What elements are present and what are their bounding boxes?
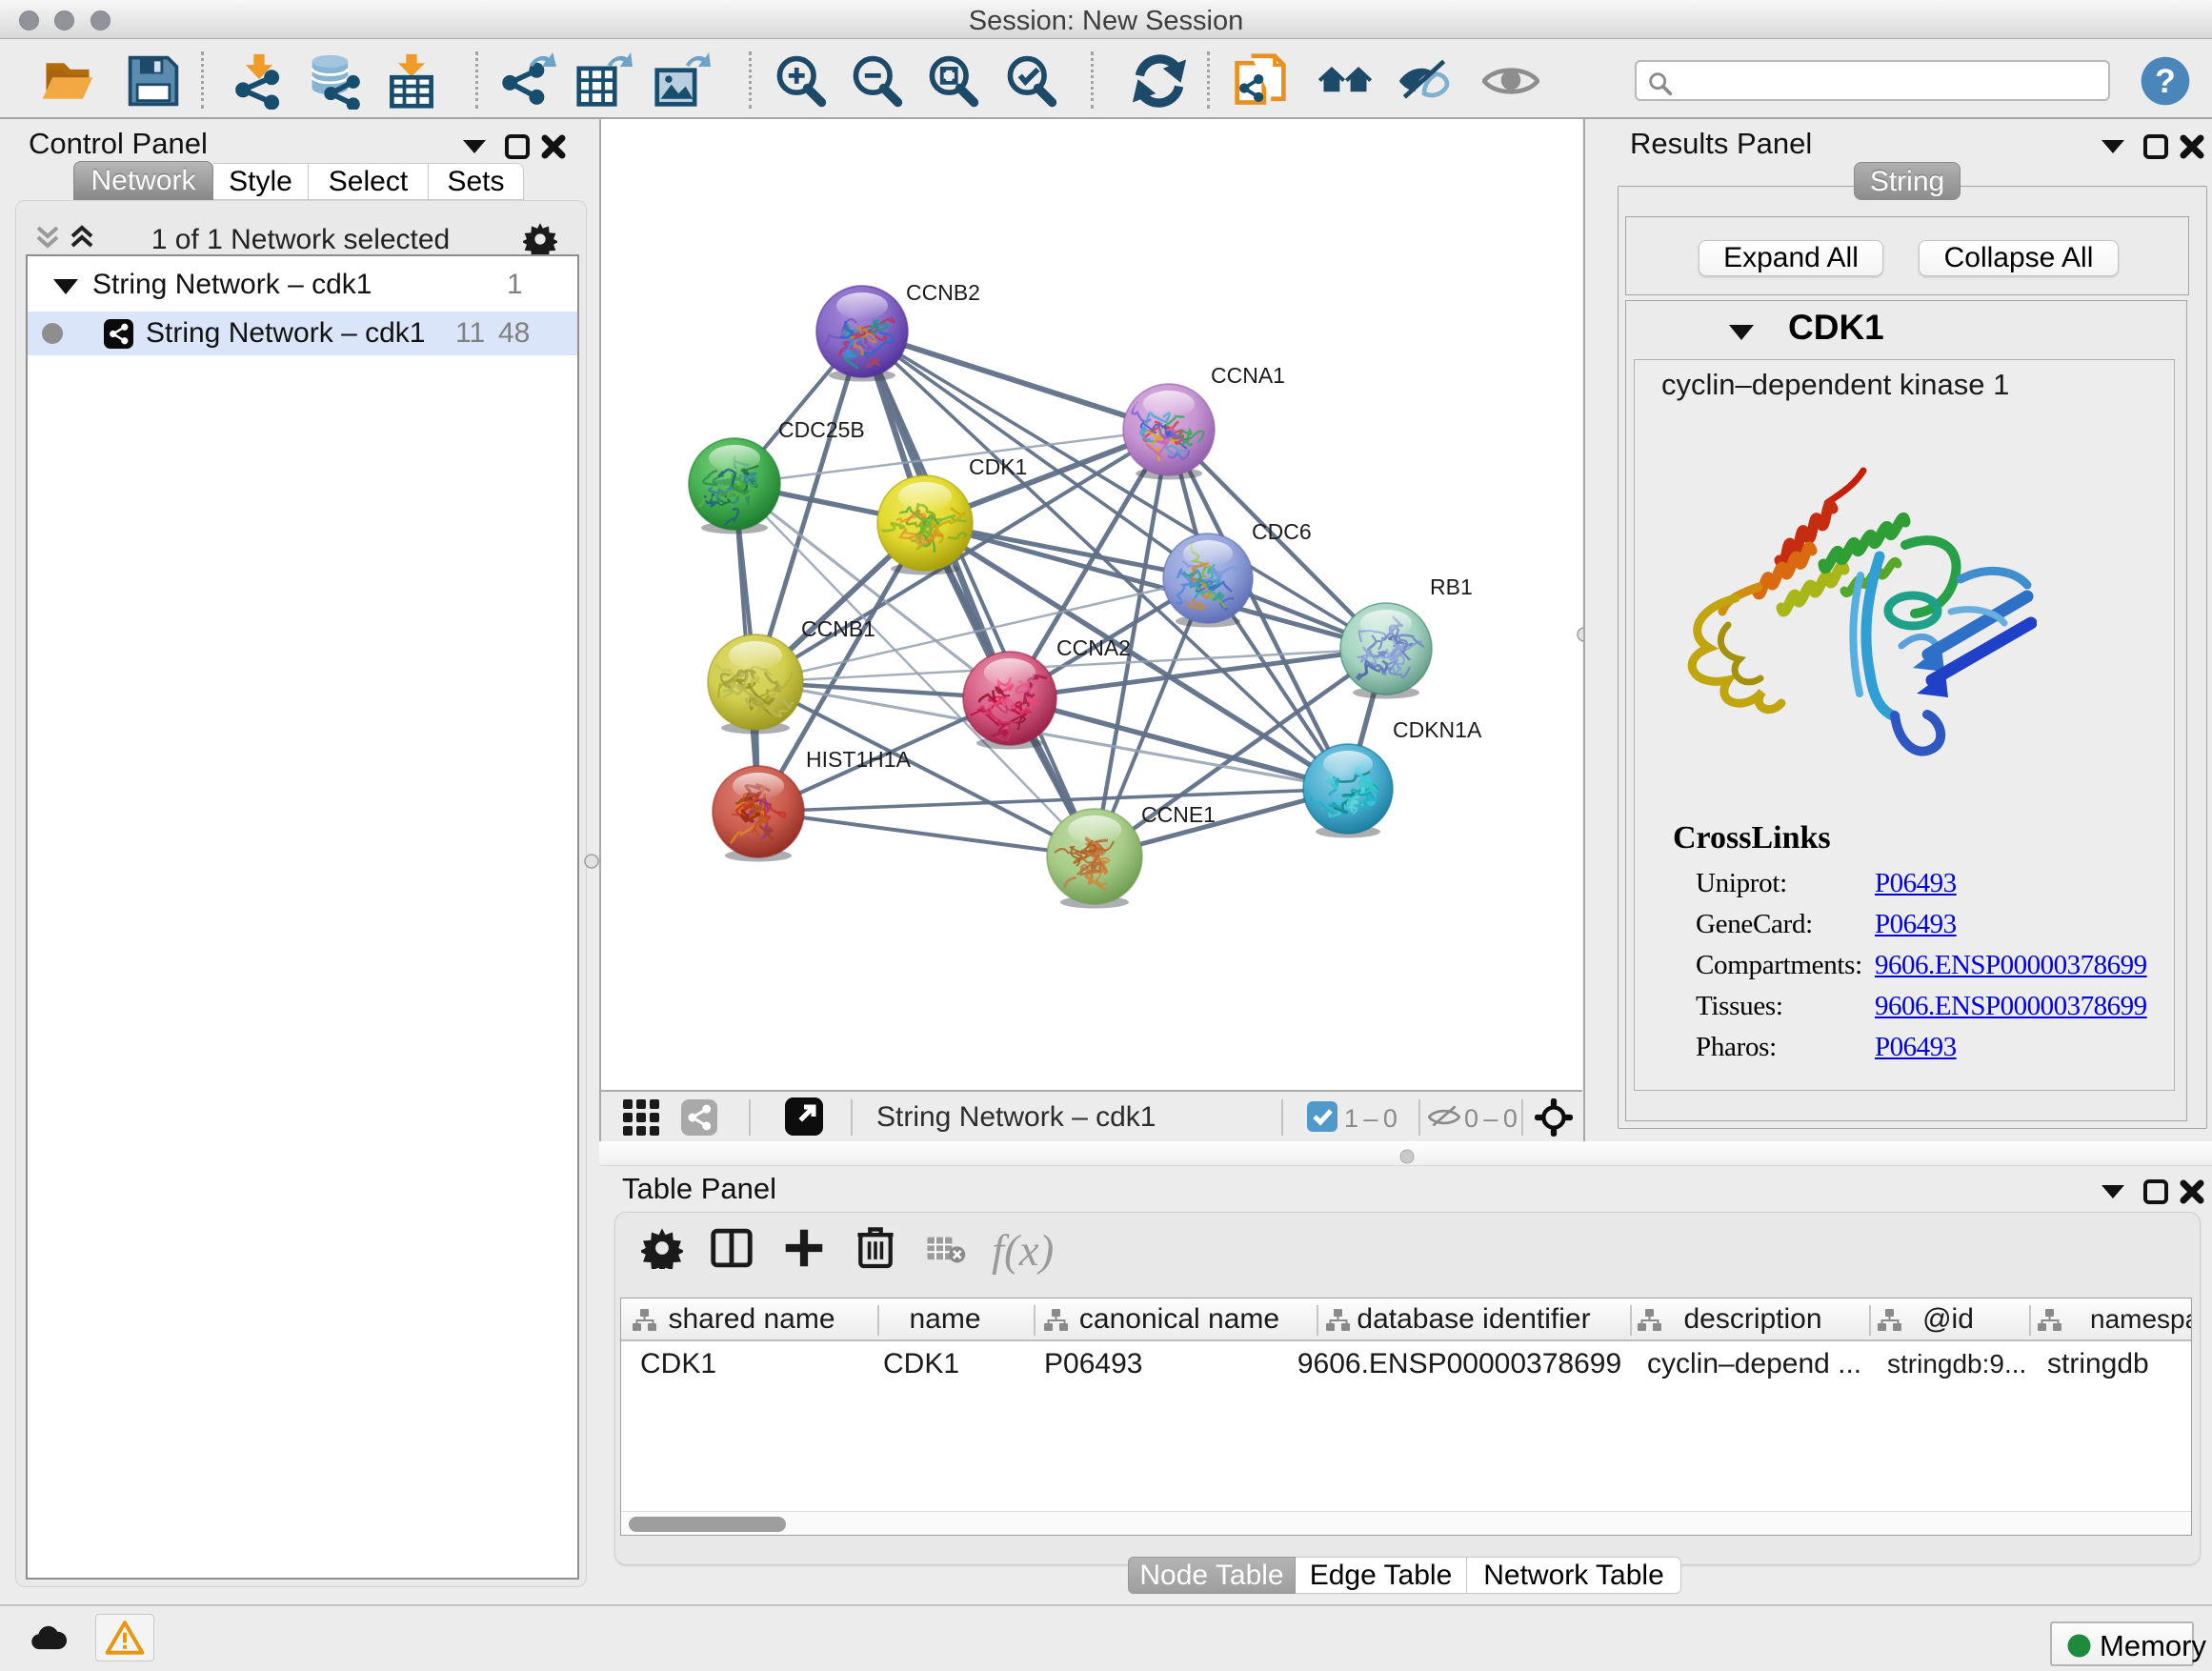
svg-text:CCNB1: CCNB1 <box>801 616 875 641</box>
svg-text:CCNA2: CCNA2 <box>1056 635 1131 660</box>
svg-text:CCNB2: CCNB2 <box>906 280 980 305</box>
svg-text:CDC6: CDC6 <box>1252 519 1312 544</box>
svg-text:?: ? <box>2155 62 2176 100</box>
svg-text:CCNA1: CCNA1 <box>1211 363 1285 388</box>
svg-text:CDKN1A: CDKN1A <box>1393 717 1482 742</box>
svg-text:CDK1: CDK1 <box>969 454 1027 479</box>
svg-text:HIST1H1A: HIST1H1A <box>806 747 912 772</box>
svg-text:CCNE1: CCNE1 <box>1141 802 1216 827</box>
svg-text:CDC25B: CDC25B <box>778 417 865 442</box>
svg-text:RB1: RB1 <box>1430 574 1473 599</box>
